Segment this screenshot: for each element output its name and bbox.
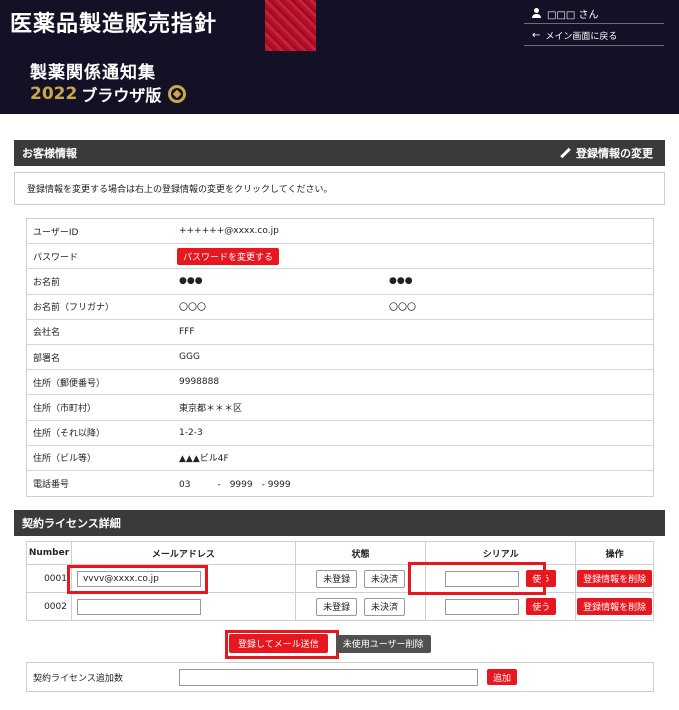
info-row-zip: 住所（郵便番号） 9998888 [27,370,653,396]
phone-label: 電話番号 [33,479,70,490]
edition-year: 2022 [30,84,78,104]
serial-input[interactable] [445,599,520,616]
delete-registration-button[interactable]: 登録情報を削除 [577,598,653,615]
dept-value: GGG [179,352,200,363]
edit-registration-label: 登録情報の変更 [576,147,653,160]
unpaid-button[interactable]: 未決済 [363,569,405,588]
license-actions: 登録してメール送信 未使用ユーザー削除 [229,634,431,653]
add-license-label: 契約ライセンス追加数 [33,673,123,684]
license-table: Number メールアドレス 状態 シリアル 操作 0001 vvvv@xxxx… [26,541,654,621]
info-row-password: パスワード パスワードを変更する [27,244,653,270]
register-send-mail-button[interactable]: 登録してメール送信 [229,634,328,653]
add-license-row: 契約ライセンス追加数 追加 [26,662,654,692]
header-image [265,0,316,51]
back-link-label: メイン画面に戻る [545,31,618,42]
zip-value: 9998888 [179,377,220,388]
info-row-kana: お名前（フリガナ） 〇〇〇 〇〇〇 [27,295,653,320]
company-label: 会社名 [33,328,61,339]
password-label: パスワード [33,252,79,263]
col-number: Number [26,541,72,565]
info-row-building: 住所（ビル等） ▲▲▲ビル4F [27,446,653,471]
col-status: 状態 [294,541,427,565]
info-row-name: お名前 ●●● ●●● [27,269,653,295]
add-license-input[interactable] [179,668,478,686]
phone-value: 03 - 9999 - 9999 [179,479,291,490]
row-number: 0001 [26,564,72,593]
user-id-value: ++++++@xxxx.co.jp [179,226,279,237]
customer-section-header: お客様情報 登録情報の変更 [14,140,665,166]
last-kana-value: 〇〇〇 [179,303,207,314]
first-name-value: ●●● [389,276,413,287]
user-menu[interactable]: □□□ さん [524,3,664,24]
license-section-header: 契約ライセンス詳細 [14,510,665,536]
delete-unused-users-button[interactable]: 未使用ユーザー削除 [335,634,431,653]
info-row-phone: 電話番号 03 - 9999 - 9999 [27,471,653,496]
action-cell: 登録情報を削除 [575,592,654,621]
brand-title: 医薬品製造販売指針 [10,4,217,40]
zip-label: 住所（郵便番号） [33,378,106,389]
status-cell: 未登録 未決済 [294,592,427,621]
info-row-user-id: ユーザーID ++++++@xxxx.co.jp [27,219,653,245]
pencil-icon [560,148,571,159]
name-label: お名前 [33,277,61,288]
serial-cell: 使う [425,592,577,621]
customer-notice: 登録情報を変更する場合は右上の登録情報の変更をクリックしてください。 [14,172,665,205]
customer-section-title: お客様情報 [22,147,77,160]
app-subtitle: 製薬関係通知集 [30,63,156,83]
email-input[interactable] [76,598,201,615]
license-header-row: Number メールアドレス 状態 シリアル 操作 [26,541,654,565]
kana-label: お名前（フリガナ） [33,303,115,314]
city-value: 東京都＊＊＊区 [179,403,243,414]
first-kana-value: 〇〇〇 [389,303,417,314]
info-row-company: 会社名 FFF [27,320,653,345]
delete-registration-button[interactable]: 登録情報を削除 [577,570,653,587]
edition-line: 2022 ブラウザ版 [30,82,187,106]
app-header: 医薬品製造販売指針 製薬関係通知集 2022 ブラウザ版 □□□ さん ← メイ… [0,0,679,114]
info-row-street: 住所（それ以降） 1-2-3 [27,421,653,446]
street-label: 住所（それ以降） [33,429,106,440]
customer-info-table: ユーザーID ++++++@xxxx.co.jp パスワード パスワードを変更す… [26,218,654,498]
info-row-city: 住所（市町村） 東京都＊＊＊区 [27,395,653,421]
edit-registration-link[interactable]: 登録情報の変更 [560,140,653,166]
change-password-button[interactable]: パスワードを変更する [177,247,280,265]
table-row: 0001 vvvv@xxxx.co.jp 未登録 未決済 使う 登録情報を削除 [26,564,654,593]
edition-name: ブラウザ版 [81,86,162,105]
col-serial: シリアル [425,541,577,565]
user-id-label: ユーザーID [33,227,79,238]
unpaid-button[interactable]: 未決済 [363,597,405,616]
company-value: FFF [179,326,195,337]
serial-input[interactable] [445,571,520,588]
col-email: メールアドレス [70,541,296,565]
building-label: 住所（ビル等） [33,454,97,465]
email-cell: vvvv@xxxx.co.jp [70,564,296,593]
status-cell: 未登録 未決済 [294,564,427,593]
user-name: □□□ さん [547,9,599,21]
city-label: 住所（市町村） [33,403,97,414]
col-action: 操作 [575,541,654,565]
building-value: ▲▲▲ビル4F [179,454,229,465]
user-icon [532,8,541,18]
unregistered-button[interactable]: 未登録 [316,569,358,588]
add-license-button[interactable]: 追加 [487,669,518,685]
street-value: 1-2-3 [179,427,203,438]
use-serial-button[interactable]: 使う [526,597,557,615]
dept-label: 部署名 [33,353,61,364]
app-title: 医薬品製造販売指針 [10,12,218,37]
back-to-main-link[interactable]: ← メイン画面に戻る [524,25,664,46]
info-row-dept: 部署名 GGG [27,345,653,371]
brand-logo-icon [168,85,187,103]
row-number: 0002 [26,592,72,621]
use-serial-button[interactable]: 使う [526,569,557,587]
table-row: 0002 未登録 未決済 使う 登録情報を削除 [26,592,654,621]
email-input[interactable]: vvvv@xxxx.co.jp [76,570,201,587]
email-cell [70,592,296,621]
action-cell: 登録情報を削除 [575,564,654,593]
license-section-title: 契約ライセンス詳細 [22,517,121,530]
last-name-value: ●●● [179,276,203,287]
unregistered-button[interactable]: 未登録 [316,597,358,616]
back-arrow-icon: ← [532,29,541,41]
serial-cell: 使う [425,564,577,593]
